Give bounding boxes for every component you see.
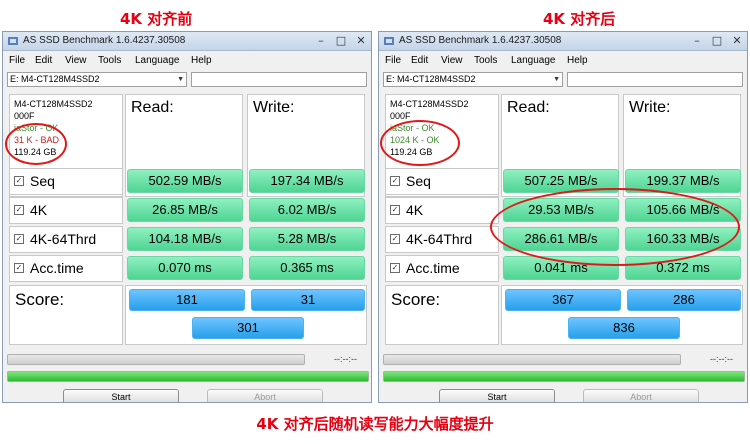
drive-select[interactable]: E: M4-CT128M4SSD2 ▼ (383, 72, 563, 87)
annotation-circle-after-4k (490, 188, 740, 266)
menu-edit[interactable]: Edit (35, 55, 52, 66)
start-button[interactable]: Start (63, 389, 179, 402)
checkbox-acc-time[interactable]: ✓ (14, 263, 24, 273)
device-name: M4-CT128M4SSD2 (14, 99, 93, 109)
maximize-icon[interactable]: □ (335, 34, 347, 47)
row-4k-64thrd-label: 4K-64Thrd (406, 231, 473, 247)
annotation-circle-before-alignment (5, 123, 67, 165)
menu-bar: File Edit View Tools Language Help (379, 51, 747, 71)
read-seq-value: 502.59 MB/s (127, 169, 243, 193)
row-acc-time: ✓ Acc.time (385, 255, 499, 282)
drive-select-value: E: M4-CT128M4SSD2 (386, 74, 476, 84)
menu-language[interactable]: Language (135, 55, 180, 66)
menu-file[interactable]: File (385, 55, 401, 66)
overall-progress-bar (7, 371, 369, 382)
overall-progress-bar (383, 371, 745, 382)
row-acc-time: ✓ Acc.time (9, 255, 123, 282)
elapsed-time: --:--:-- (334, 354, 357, 364)
heading-before: 4K 对齐前 (120, 10, 193, 28)
row-acc-time-label: Acc.time (30, 260, 84, 276)
test-progress-bar (383, 354, 681, 365)
close-icon[interactable]: ✕ (355, 34, 367, 47)
firmware: 000F (390, 111, 411, 121)
abort-button[interactable]: Abort (583, 389, 699, 402)
firmware: 000F (14, 111, 35, 121)
overall-progress-fill (384, 372, 744, 381)
score-total: 301 (192, 317, 304, 339)
caption: 4K 对齐后随机读写能力大幅度提升 (256, 415, 494, 433)
test-progress-bar (7, 354, 305, 365)
menu-view[interactable]: View (441, 55, 463, 66)
write-4k-value: 6.02 MB/s (249, 198, 365, 222)
row-4k: ✓ 4K (385, 197, 499, 224)
score-label: Score: (9, 285, 123, 345)
title-bar: AS SSD Benchmark 1.6.4237.30508 – □ ✕ (379, 32, 747, 51)
checkbox-seq[interactable]: ✓ (14, 176, 24, 186)
row-acc-time-label: Acc.time (406, 260, 460, 276)
title-bar: AS SSD Benchmark 1.6.4237.30508 – □ ✕ (3, 32, 371, 51)
row-4k-64thrd-label: 4K-64Thrd (30, 231, 97, 247)
chevron-down-icon: ▼ (177, 76, 184, 83)
row-seq-label: Seq (406, 173, 431, 189)
read-4k-value: 26.85 MB/s (127, 198, 243, 222)
menu-help[interactable]: Help (191, 55, 212, 66)
abort-button[interactable]: Abort (207, 389, 323, 402)
start-button[interactable]: Start (439, 389, 555, 402)
elapsed-time: --:--:-- (710, 354, 733, 364)
device-name: M4-CT128M4SSD2 (390, 99, 469, 109)
row-4k-label: 4K (30, 202, 48, 218)
overall-progress-fill (8, 372, 368, 381)
write-4k64-value: 5.28 MB/s (249, 227, 365, 251)
heading-after: 4K 对齐后 (543, 10, 616, 28)
score-write: 31 (251, 289, 365, 311)
minimize-icon[interactable]: – (315, 34, 327, 47)
benchmark-window-before: AS SSD Benchmark 1.6.4237.30508 – □ ✕ Fi… (2, 31, 372, 403)
score-label: Score: (385, 285, 499, 345)
menu-tools[interactable]: Tools (474, 55, 497, 66)
row-4k-64thrd: ✓ 4K-64Thrd (9, 226, 123, 253)
checkbox-4k-64thrd[interactable]: ✓ (14, 234, 24, 244)
read-acc-value: 0.070 ms (127, 256, 243, 280)
maximize-icon[interactable]: □ (711, 34, 723, 47)
menu-bar: File Edit View Tools Language Help (3, 51, 371, 71)
row-seq: ✓ Seq (9, 168, 123, 195)
row-4k: ✓ 4K (9, 197, 123, 224)
drive-select[interactable]: E: M4-CT128M4SSD2 ▼ (7, 72, 187, 87)
checkbox-4k-64thrd[interactable]: ✓ (390, 234, 400, 244)
menu-edit[interactable]: Edit (411, 55, 428, 66)
menu-help[interactable]: Help (567, 55, 588, 66)
score-read: 181 (129, 289, 245, 311)
write-acc-value: 0.365 ms (249, 256, 365, 280)
menu-file[interactable]: File (9, 55, 25, 66)
blank-field (191, 72, 367, 87)
row-4k-64thrd: ✓ 4K-64Thrd (385, 226, 499, 253)
write-seq-value: 197.34 MB/s (249, 169, 365, 193)
row-seq-label: Seq (30, 173, 55, 189)
row-4k-label: 4K (406, 202, 424, 218)
annotation-circle-after-alignment (380, 120, 460, 166)
chevron-down-icon: ▼ (553, 76, 560, 83)
menu-view[interactable]: View (65, 55, 87, 66)
checkbox-4k[interactable]: ✓ (390, 205, 400, 215)
read-4k64-value: 104.18 MB/s (127, 227, 243, 251)
score-write: 286 (627, 289, 741, 311)
minimize-icon[interactable]: – (691, 34, 703, 47)
menu-language[interactable]: Language (511, 55, 556, 66)
drive-select-value: E: M4-CT128M4SSD2 (10, 74, 100, 84)
window-title: AS SSD Benchmark 1.6.4237.30508 (23, 35, 186, 46)
row-seq: ✓ Seq (385, 168, 499, 195)
score-total: 836 (568, 317, 680, 339)
window-title: AS SSD Benchmark 1.6.4237.30508 (399, 35, 562, 46)
checkbox-seq[interactable]: ✓ (390, 176, 400, 186)
app-icon (384, 37, 394, 45)
blank-field (567, 72, 743, 87)
menu-tools[interactable]: Tools (98, 55, 121, 66)
app-icon (8, 37, 18, 45)
checkbox-acc-time[interactable]: ✓ (390, 263, 400, 273)
checkbox-4k[interactable]: ✓ (14, 205, 24, 215)
score-read: 367 (505, 289, 621, 311)
close-icon[interactable]: ✕ (731, 34, 743, 47)
